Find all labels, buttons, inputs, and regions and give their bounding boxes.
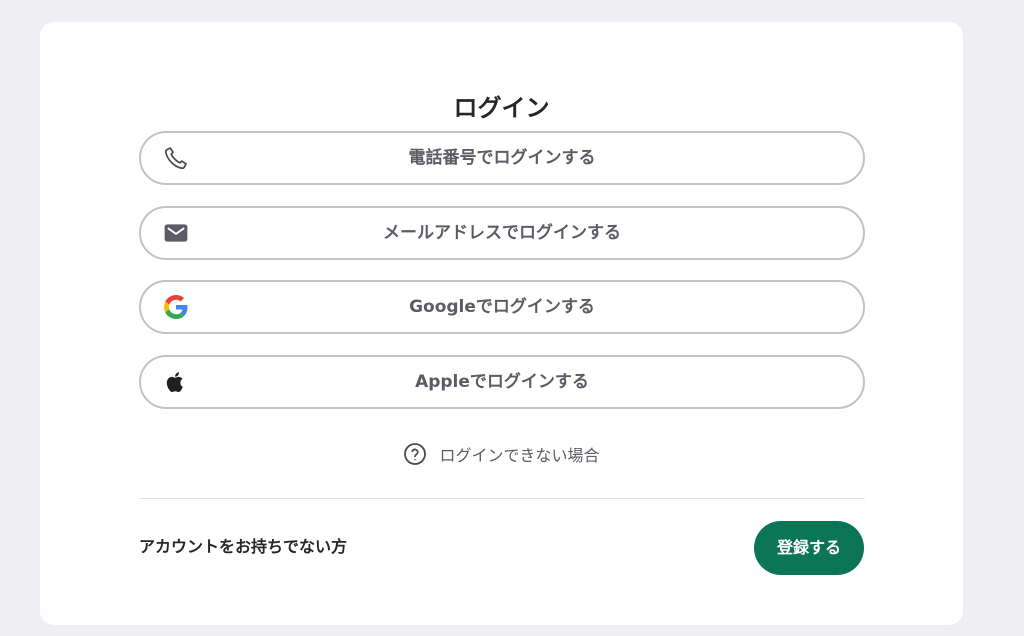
phone-login-button[interactable]: 電話番号でログインする (139, 131, 865, 185)
cannot-login-link[interactable]: ログインできない場合 (40, 440, 963, 468)
question-circle-icon (403, 442, 427, 466)
divider (139, 498, 865, 499)
cannot-login-label: ログインできない場合 (439, 446, 600, 465)
phone-login-label: 電話番号でログインする (408, 148, 596, 168)
google-login-label: Googleでログインする (409, 297, 595, 317)
page-title: ログイン (453, 94, 550, 122)
login-card: ログイン 電話番号でログインする メールアドレスでログインする Googleでロ… (40, 22, 963, 625)
apple-login-label: Appleでログインする (415, 372, 589, 392)
register-button[interactable]: 登録する (754, 521, 864, 575)
email-login-button[interactable]: メールアドレスでログインする (139, 206, 865, 260)
apple-login-button[interactable]: Appleでログインする (139, 355, 865, 409)
no-account-text: アカウントをお持ちでない方 (139, 537, 348, 556)
email-login-label: メールアドレスでログインする (383, 223, 621, 243)
google-login-button[interactable]: Googleでログインする (139, 280, 865, 334)
